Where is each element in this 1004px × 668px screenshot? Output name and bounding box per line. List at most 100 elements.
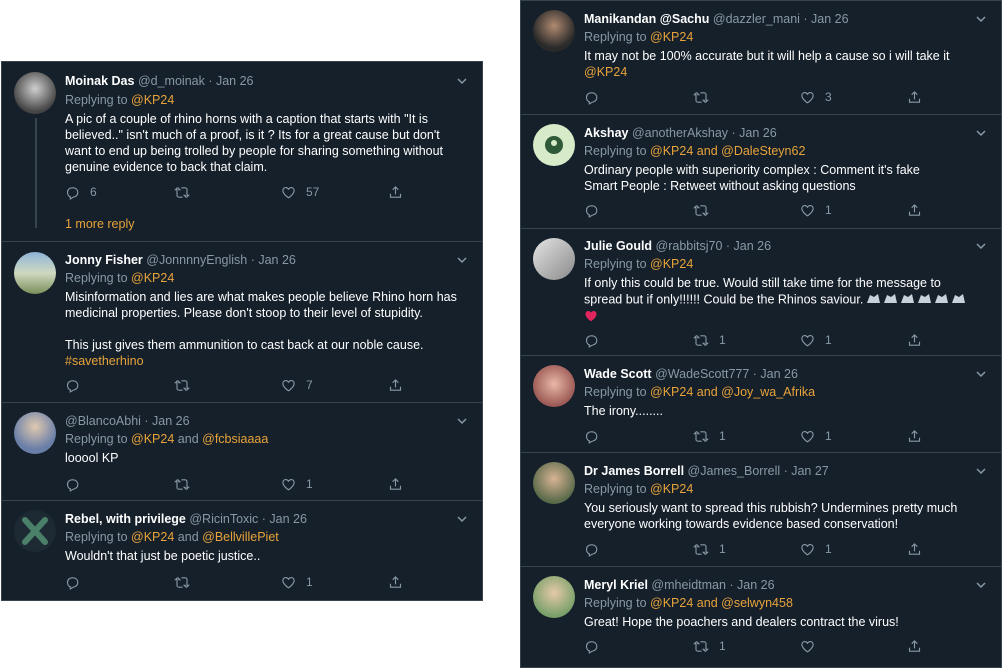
avatar[interactable] xyxy=(533,238,575,280)
reply-button[interactable] xyxy=(65,475,80,493)
mention-link[interactable]: @DaleSteyn62 xyxy=(721,144,805,158)
mention-link[interactable]: @KP24 xyxy=(650,30,693,44)
mention-link[interactable]: @KP24 xyxy=(584,64,987,80)
tweet-akshay[interactable]: Akshay @anotherAkshay · Jan 26 Replying … xyxy=(521,115,1001,229)
avatar[interactable] xyxy=(533,124,575,166)
tweet-manikandan[interactable]: Manikandan @Sachu @dazzler_mani · Jan 26… xyxy=(521,1,1001,115)
avatar[interactable] xyxy=(533,462,575,504)
avatar[interactable] xyxy=(533,10,575,52)
display-name[interactable]: Dr James Borrell xyxy=(584,464,684,478)
tweet-blancoabhi[interactable]: @BlancoAbhi · Jan 26 Replying to @KP24 a… xyxy=(2,403,482,501)
display-name[interactable]: Moinak Das xyxy=(65,74,134,88)
share-button[interactable] xyxy=(907,201,922,219)
mention-link[interactable]: @BellvillePiet xyxy=(202,530,279,544)
retweet-button[interactable] xyxy=(174,573,190,591)
avatar[interactable] xyxy=(14,252,56,294)
share-button[interactable] xyxy=(907,427,922,445)
reply-icon xyxy=(65,378,80,393)
like-button[interactable]: 1 xyxy=(800,540,832,558)
chevron-down-icon[interactable] xyxy=(975,368,987,380)
share-button[interactable] xyxy=(907,637,922,655)
display-name[interactable]: Wade Scott xyxy=(584,367,652,381)
share-icon xyxy=(388,378,403,393)
like-button[interactable]: 57 xyxy=(281,183,319,201)
retweet-button[interactable] xyxy=(693,88,709,106)
chevron-down-icon[interactable] xyxy=(975,240,987,252)
reply-button[interactable] xyxy=(65,376,80,394)
mention-link[interactable]: @KP24 xyxy=(650,596,693,610)
chevron-down-icon[interactable] xyxy=(456,254,468,266)
chevron-down-icon[interactable] xyxy=(975,465,987,477)
display-name[interactable]: Manikandan @Sachu xyxy=(584,12,709,26)
chevron-down-icon[interactable] xyxy=(456,415,468,427)
hashtag-link[interactable]: #savetherhino xyxy=(65,353,468,369)
reply-button[interactable] xyxy=(584,88,599,106)
chevron-down-icon[interactable] xyxy=(456,513,468,525)
avatar[interactable] xyxy=(14,510,56,552)
more-replies-link[interactable]: 1 more reply xyxy=(65,217,134,231)
share-button[interactable] xyxy=(388,183,403,201)
tweet-julie-gould[interactable]: Julie Gould @rabbitsj70 · Jan 26 Replyin… xyxy=(521,229,1001,356)
reply-button[interactable] xyxy=(584,427,599,445)
mention-link[interactable]: @KP24 xyxy=(650,385,693,399)
display-name[interactable]: Rebel, with privilege xyxy=(65,512,186,526)
share-button[interactable] xyxy=(388,376,403,394)
avatar[interactable] xyxy=(533,576,575,618)
display-name[interactable]: Akshay xyxy=(584,126,628,140)
tweet-moinak-das[interactable]: Moinak Das @d_moinak · Jan 26 Replying t… xyxy=(2,62,482,242)
retweet-button[interactable]: 1 xyxy=(693,637,726,655)
avatar[interactable] xyxy=(14,412,56,454)
display-name[interactable]: Jonny Fisher xyxy=(65,253,143,267)
retweet-button[interactable]: 1 xyxy=(693,427,726,445)
mention-link[interactable]: @KP24 xyxy=(650,482,693,496)
tweet-james-borrell[interactable]: Dr James Borrell @James_Borrell · Jan 27… xyxy=(521,453,1001,567)
tweet-jonny-fisher[interactable]: Jonny Fisher @JonnnnyEnglish · Jan 26 Re… xyxy=(2,242,482,403)
mention-link[interactable]: @KP24 xyxy=(650,144,693,158)
like-button[interactable]: 3 xyxy=(800,88,832,106)
like-button[interactable]: 1 xyxy=(800,331,832,349)
like-button[interactable] xyxy=(800,637,815,655)
tweet-rebel-with-privilege[interactable]: Rebel, with privilege @RicinToxic · Jan … xyxy=(2,501,482,601)
chevron-down-icon[interactable] xyxy=(975,127,987,139)
like-button[interactable]: 7 xyxy=(281,376,313,394)
mention-link[interactable]: @selwyn458 xyxy=(721,596,793,610)
reply-button[interactable] xyxy=(584,331,599,349)
handle-and-date: @d_moinak · Jan 26 xyxy=(137,74,254,88)
retweet-button[interactable] xyxy=(174,183,190,201)
reply-button[interactable] xyxy=(584,637,599,655)
avatar[interactable] xyxy=(14,72,56,114)
avatar[interactable] xyxy=(533,365,575,407)
like-button[interactable]: 1 xyxy=(281,573,313,591)
mention-link[interactable]: @KP24 xyxy=(131,432,174,446)
chevron-down-icon[interactable] xyxy=(456,75,468,87)
mention-link[interactable]: @KP24 xyxy=(650,257,693,271)
reply-button[interactable] xyxy=(584,201,599,219)
retweet-button[interactable] xyxy=(174,475,190,493)
tweet-meryl-kriel[interactable]: Meryl Kriel @mheidtman · Jan 26 Replying… xyxy=(521,567,1001,668)
display-name[interactable]: Julie Gould xyxy=(584,239,652,253)
mention-link[interactable]: @KP24 xyxy=(131,271,174,285)
chevron-down-icon[interactable] xyxy=(975,579,987,591)
mention-link[interactable]: @KP24 xyxy=(131,530,174,544)
reply-button[interactable] xyxy=(584,540,599,558)
mention-link[interactable]: @Joy_wa_Afrika xyxy=(721,385,815,399)
reply-button[interactable]: 6 xyxy=(65,183,97,201)
retweet-button[interactable] xyxy=(174,376,190,394)
like-button[interactable]: 1 xyxy=(800,427,832,445)
display-name[interactable]: Meryl Kriel xyxy=(584,578,648,592)
mention-link[interactable]: @fcbsiaaaa xyxy=(202,432,268,446)
like-button[interactable]: 1 xyxy=(800,201,832,219)
retweet-button[interactable]: 1 xyxy=(693,331,726,349)
tweet-wade-scott[interactable]: Wade Scott @WadeScott777 · Jan 26 Replyi… xyxy=(521,356,1001,453)
share-button[interactable] xyxy=(907,540,922,558)
retweet-button[interactable] xyxy=(693,201,709,219)
share-button[interactable] xyxy=(907,88,922,106)
reply-button[interactable] xyxy=(65,573,80,591)
chevron-down-icon[interactable] xyxy=(975,13,987,25)
share-button[interactable] xyxy=(388,475,403,493)
mention-link[interactable]: @KP24 xyxy=(131,93,174,107)
like-button[interactable]: 1 xyxy=(281,475,313,493)
share-button[interactable] xyxy=(388,573,403,591)
retweet-button[interactable]: 1 xyxy=(693,540,726,558)
share-button[interactable] xyxy=(907,331,922,349)
